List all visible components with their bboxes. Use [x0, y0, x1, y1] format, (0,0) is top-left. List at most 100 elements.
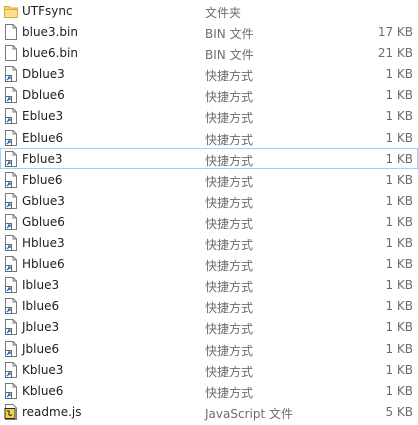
file-name: readme.js [22, 404, 82, 419]
file-row[interactable]: blue6.bin BIN 文件 21 KB [0, 42, 418, 63]
file-type: 快捷方式 [205, 280, 254, 295]
file-size: 1 KB [385, 362, 413, 377]
file-type: 快捷方式 [205, 216, 254, 231]
file-type: 快捷方式 [205, 132, 254, 147]
file-name: Iblue3 [22, 278, 60, 293]
file-size: 17 KB [377, 25, 413, 40]
file-size: 1 KB [385, 172, 413, 187]
file-type: 快捷方式 [205, 301, 254, 316]
shortcut-icon [4, 150, 18, 167]
shortcut-icon [4, 277, 18, 294]
file-name: Gblue6 [22, 214, 65, 229]
file-row[interactable]: Dblue6 快捷方式 1 KB [0, 84, 418, 105]
file-size: 1 KB [385, 193, 413, 208]
file-row[interactable]: Fblue6 快捷方式 1 KB [0, 169, 418, 190]
file-size: 5 KB [385, 404, 413, 419]
file-row[interactable]: Dblue3 快捷方式 1 KB [0, 63, 418, 84]
shortcut-icon [4, 66, 18, 83]
file-name: Jblue3 [22, 320, 60, 335]
file-type: 快捷方式 [205, 153, 254, 168]
file-name: Eblue6 [22, 130, 64, 145]
file-name: Jblue6 [22, 341, 60, 356]
file-row[interactable]: Gblue3 快捷方式 1 KB [0, 190, 418, 211]
file-row[interactable]: Kblue6 快捷方式 1 KB [0, 380, 418, 401]
file-type: 快捷方式 [205, 69, 254, 84]
shortcut-icon [4, 361, 18, 378]
file-size: 1 KB [385, 257, 413, 272]
shortcut-icon [4, 319, 18, 336]
file-name: Dblue3 [22, 67, 65, 82]
shortcut-icon [4, 256, 18, 273]
shortcut-icon [4, 87, 18, 104]
file-row[interactable]: Eblue3 快捷方式 1 KB [0, 105, 418, 126]
file-name: Gblue3 [22, 193, 65, 208]
file-row[interactable]: Fblue3 快捷方式 1 KB [0, 147, 418, 169]
file-size: 1 KB [385, 151, 413, 166]
file-row[interactable]: Eblue6 快捷方式 1 KB [0, 127, 418, 148]
shortcut-icon [4, 213, 18, 230]
file-type: 快捷方式 [205, 364, 254, 379]
file-type: JavaScript 文件 [205, 406, 293, 421]
shortcut-icon [4, 108, 18, 125]
file-name: Kblue3 [22, 362, 64, 377]
file-row[interactable]: Kblue3 快捷方式 1 KB [0, 359, 418, 380]
file-list: UTFsync 文件夹 blue3.bin BIN 文件 17 KB blue6… [0, 0, 418, 422]
file-name: Hblue6 [22, 257, 65, 272]
file-type: BIN 文件 [205, 27, 254, 42]
file-name: Kblue6 [22, 383, 64, 398]
javascript-file-icon [4, 403, 18, 420]
file-name: Dblue6 [22, 88, 65, 103]
shortcut-icon [4, 129, 18, 146]
file-type: 快捷方式 [205, 195, 254, 210]
file-name: blue3.bin [22, 25, 78, 40]
file-row[interactable]: UTFsync 文件夹 [0, 0, 418, 21]
file-row[interactable]: Hblue3 快捷方式 1 KB [0, 232, 418, 253]
file-size: 1 KB [385, 67, 413, 82]
shortcut-icon [4, 340, 18, 357]
file-size: 1 KB [385, 88, 413, 103]
file-row[interactable]: blue3.bin BIN 文件 17 KB [0, 21, 418, 42]
file-type: 快捷方式 [205, 111, 254, 126]
file-type: 快捷方式 [205, 238, 254, 253]
file-type: 快捷方式 [205, 322, 254, 337]
shortcut-icon [4, 382, 18, 399]
file-name: Iblue6 [22, 299, 60, 314]
folder-icon [4, 3, 18, 19]
file-name: Eblue3 [22, 109, 64, 124]
file-type: 文件夹 [205, 6, 242, 20]
file-size: 1 KB [385, 320, 413, 335]
shortcut-icon [4, 192, 18, 209]
file-size: 1 KB [385, 278, 413, 293]
shortcut-icon [4, 298, 18, 315]
file-type: 快捷方式 [205, 343, 254, 358]
file-size: 1 KB [385, 236, 413, 251]
file-name: blue6.bin [22, 46, 78, 61]
shortcut-icon [4, 235, 18, 252]
shortcut-icon [4, 171, 18, 188]
file-icon [4, 24, 18, 41]
file-type: 快捷方式 [205, 385, 254, 400]
file-name: Fblue3 [22, 151, 63, 166]
file-row[interactable]: Iblue3 快捷方式 1 KB [0, 274, 418, 295]
file-row[interactable]: readme.js JavaScript 文件 5 KB [0, 401, 418, 422]
file-size: 21 KB [377, 46, 413, 61]
file-row[interactable]: Iblue6 快捷方式 1 KB [0, 295, 418, 316]
file-row[interactable]: Gblue6 快捷方式 1 KB [0, 211, 418, 232]
file-type: 快捷方式 [205, 174, 254, 189]
file-name: Fblue6 [22, 172, 63, 187]
file-row[interactable]: Hblue6 快捷方式 1 KB [0, 253, 418, 274]
file-size: 1 KB [385, 214, 413, 229]
file-size: 1 KB [385, 109, 413, 124]
file-row[interactable]: Jblue3 快捷方式 1 KB [0, 316, 418, 337]
file-size: 1 KB [385, 130, 413, 145]
file-size: 1 KB [385, 341, 413, 356]
file-type: BIN 文件 [205, 48, 254, 63]
file-name: UTFsync [22, 4, 73, 18]
file-icon [4, 45, 18, 62]
file-type: 快捷方式 [205, 90, 254, 105]
file-name: Hblue3 [22, 236, 65, 251]
file-type: 快捷方式 [205, 259, 254, 274]
file-size: 1 KB [385, 383, 413, 398]
file-size: 1 KB [385, 299, 413, 314]
file-row[interactable]: Jblue6 快捷方式 1 KB [0, 338, 418, 359]
